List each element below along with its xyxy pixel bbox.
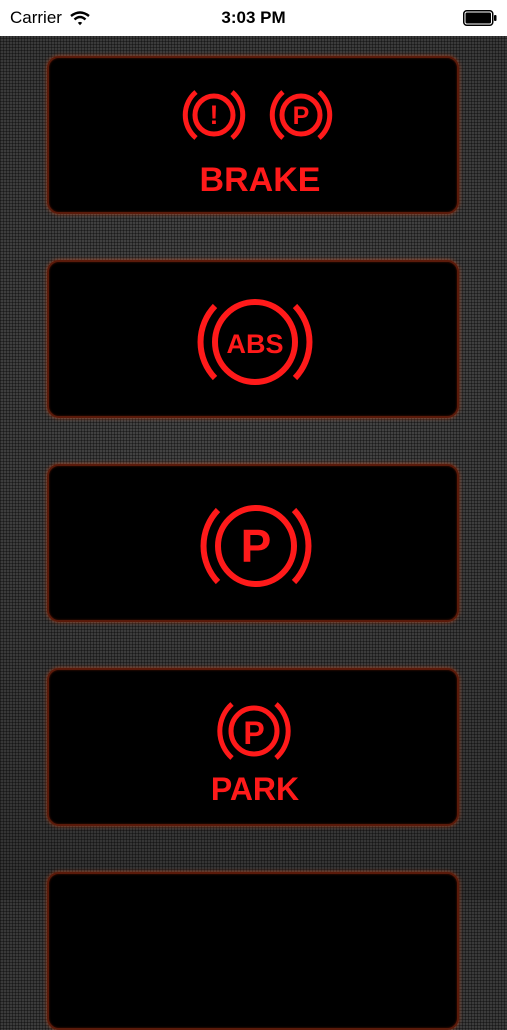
brake-p-glyph: P [293,102,310,130]
battery-icon [463,10,497,26]
warning-light-card-park[interactable]: P PARK [47,668,459,826]
warning-light-card-parking-brake[interactable]: P [47,464,459,622]
park-card-graphic: P PARK [211,702,299,807]
brake-card-graphic: ! P BRAKE [182,90,333,199]
park-p-glyph: P [243,715,264,751]
status-bar: Carrier 3:03 PM [0,0,507,36]
light-label: BRAKE [200,161,321,199]
brake-exclaim-glyph: ! [210,100,219,130]
status-time: 3:03 PM [221,8,286,27]
warning-light-card-brake[interactable]: ! P BRAKE [47,56,459,214]
light-label: PARK [211,771,299,807]
parking-p-glyph: P [241,520,272,572]
warning-light-card-abs[interactable]: ABS [47,260,459,418]
parking-card-graphic: P [200,505,312,587]
abs-icon-text: ABS [226,329,283,359]
abs-card-graphic: ABS [197,299,313,385]
warning-light-card-partial[interactable] [47,872,459,1030]
